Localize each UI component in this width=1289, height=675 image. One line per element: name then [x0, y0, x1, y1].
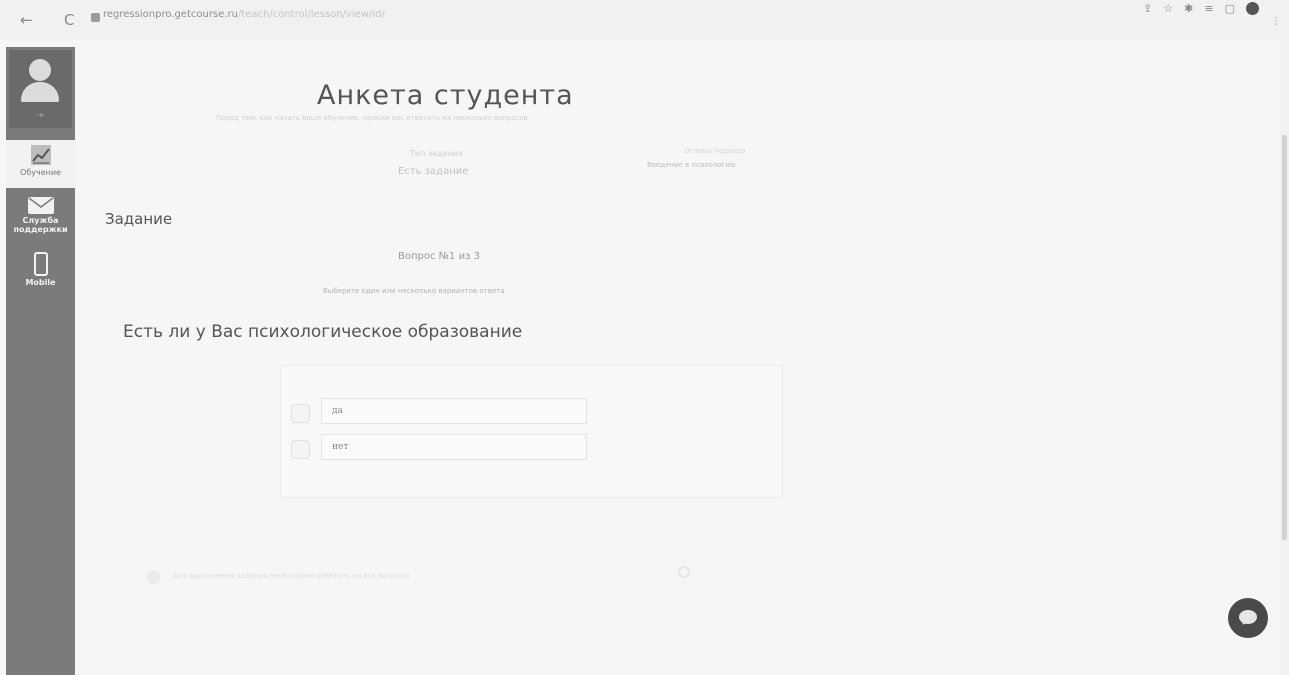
chart-icon	[30, 145, 51, 165]
sidebar-item-label: Служба поддержки	[13, 216, 68, 234]
question-number: Вопрос №1 из 3	[398, 251, 480, 262]
window-icon[interactable]: ▢	[1225, 2, 1235, 15]
reading-list-icon[interactable]: ≡	[1204, 2, 1213, 15]
page-subtitle: Перед тем, как начать ваше обучение, про…	[216, 114, 528, 122]
answers-panel	[280, 365, 783, 498]
share-icon[interactable]: ⇪	[1143, 2, 1152, 15]
avatar-body	[21, 82, 59, 102]
section-title: Задание	[105, 210, 173, 228]
sidebar-item-label: Обучение	[20, 168, 61, 177]
lesson-label: Основы подхода	[684, 147, 746, 155]
left-sidebar: ⇥ Обучение Служба поддержки Mobile	[6, 47, 75, 675]
avatar-head	[29, 59, 51, 81]
avatar[interactable]: ⇥	[9, 50, 72, 128]
answer-checkbox[interactable]	[291, 404, 310, 423]
answer-option[interactable]: нет	[291, 434, 591, 460]
extensions-icon[interactable]: ✱	[1184, 2, 1193, 15]
browser-toolbar: ← C regressionpro.getcourse.ru/teach/con…	[0, 0, 1289, 40]
task-type-value: Есть задание	[398, 166, 469, 177]
answer-option[interactable]: да	[291, 398, 591, 424]
question-hint: Выберите один или несколько вариантов от…	[323, 287, 505, 295]
sidebar-item-label: Mobile	[25, 278, 56, 287]
answer-checkbox[interactable]	[291, 440, 310, 459]
answer-label[interactable]: нет	[321, 434, 587, 460]
url-domain: regressionpro.getcourse.ru	[103, 9, 238, 20]
task-type-label: Тип задания	[410, 149, 463, 158]
browser-actions: ⇪ ☆ ✱ ≡ ▢	[1143, 2, 1259, 15]
url-path: /teach/control/lesson/view/id/	[237, 9, 385, 20]
profile-icon[interactable]	[1246, 2, 1259, 15]
sidebar-item-support[interactable]: Служба поддержки	[6, 197, 75, 234]
more-menu-icon[interactable]: ⋮	[1271, 16, 1281, 27]
reload-button[interactable]: C	[64, 11, 74, 29]
footer-note: Для выполнения задания необходимо ответи…	[173, 572, 410, 580]
scrollbar-thumb[interactable]	[1282, 135, 1287, 540]
chat-button[interactable]	[1228, 598, 1268, 638]
address-bar[interactable]: regressionpro.getcourse.ru/teach/control…	[103, 9, 385, 20]
star-icon[interactable]: ☆	[1163, 2, 1173, 15]
back-button[interactable]: ←	[20, 11, 33, 29]
lock-icon	[91, 13, 100, 22]
answer-label[interactable]: да	[321, 398, 587, 424]
sidebar-item-mobile[interactable]: Mobile	[6, 252, 75, 287]
search-icon[interactable]	[678, 566, 690, 578]
sidebar-item-learning[interactable]: Обучение	[6, 140, 75, 188]
question-text: Есть ли у Вас психологическое образовани…	[123, 322, 523, 342]
lesson-value[interactable]: Введение в психологию	[647, 161, 736, 169]
exit-icon[interactable]: ⇥	[36, 111, 44, 121]
phone-icon	[33, 252, 48, 276]
info-icon	[147, 570, 161, 584]
page-title: Анкета студента	[317, 80, 574, 111]
page-scrollbar[interactable]	[1280, 40, 1289, 675]
mail-icon	[27, 197, 54, 214]
